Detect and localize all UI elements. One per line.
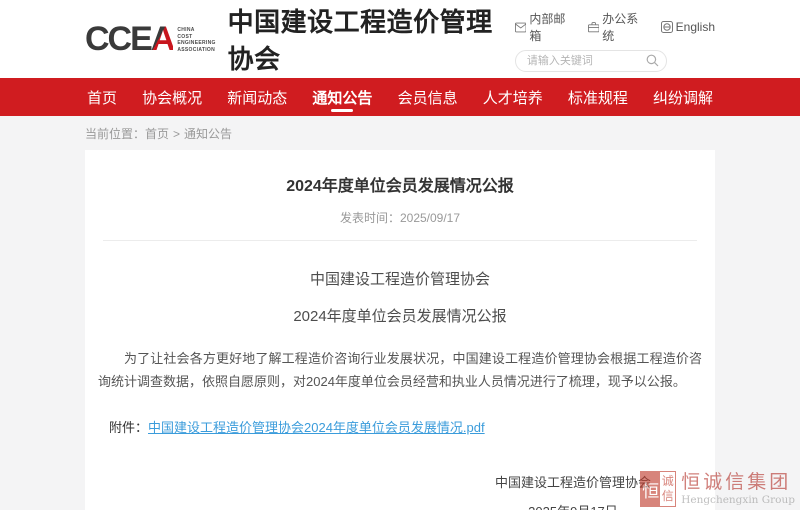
signature: 中国建设工程造价管理协会 2025年9月17日	[85, 472, 715, 510]
office-system-link[interactable]: 办公系统	[588, 10, 645, 44]
signature-org: 中国建设工程造价管理协会	[495, 472, 651, 491]
search-icon[interactable]	[646, 54, 659, 67]
breadcrumb-separator: >	[173, 127, 180, 141]
english-label: English	[676, 20, 715, 34]
nav-item-training[interactable]: 人才培养	[481, 78, 545, 116]
title-divider	[103, 240, 697, 241]
english-link[interactable]: English	[661, 10, 715, 44]
article-title: 2024年度单位会员发展情况公报	[85, 172, 715, 196]
nav-item-about[interactable]: 协会概况	[140, 78, 204, 116]
office-system-label: 办公系统	[602, 10, 644, 44]
attachment-row: 附件：中国建设工程造价管理协会2024年度单位会员发展情况.pdf	[109, 417, 715, 436]
search-input[interactable]	[515, 50, 667, 72]
article-heading-org: 中国建设工程造价管理协会	[85, 268, 715, 289]
article-card: 2024年度单位会员发展情况公报 发表时间：2025/09/17 中国建设工程造…	[85, 150, 715, 510]
site-logo[interactable]: CCEA CHINA COST ENGINEERING ASSOCIATION …	[85, 2, 515, 76]
header-utilities: 内部邮箱 办公系统 English	[515, 6, 715, 72]
watermark-name-cn: 恒诚信集团	[681, 472, 795, 493]
breadcrumb-current-link[interactable]: 通知公告	[184, 127, 232, 141]
breadcrumb: 当前位置：首页 > 通知公告	[85, 125, 715, 142]
article-heading-subject: 2024年度单位会员发展情况公报	[85, 305, 715, 326]
logo-subtext: CHINA COST ENGINEERING ASSOCIATION	[177, 27, 215, 53]
hengchengxin-watermark: 恒 诚信 恒诚信集团 Hengchengxin Group	[640, 471, 795, 507]
hengchengxin-logo-icon: 恒 诚信	[640, 471, 676, 507]
nav-item-home[interactable]: 首页	[85, 78, 119, 116]
nav-item-disputes[interactable]: 纠纷调解	[651, 78, 715, 116]
briefcase-icon	[588, 21, 599, 33]
search-box	[515, 50, 667, 72]
logo-acronym: CCEA	[85, 22, 173, 56]
breadcrumb-home-link[interactable]: 首页	[145, 127, 169, 141]
nav-item-news[interactable]: 新闻动态	[225, 78, 289, 116]
attachment-pdf-link[interactable]: 中国建设工程造价管理协会2024年度单位会员发展情况.pdf	[148, 420, 485, 435]
nav-item-standards[interactable]: 标准规程	[566, 78, 630, 116]
logo-a-red-swoosh: A	[151, 20, 174, 58]
breadcrumb-prefix: 当前位置：	[85, 127, 145, 141]
attachment-label: 附件：	[109, 420, 148, 435]
nav-item-members[interactable]: 会员信息	[396, 78, 460, 116]
main-nav: 首页 协会概况 新闻动态 通知公告 会员信息 人才培养 标准规程 纠纷调解	[0, 78, 800, 116]
publish-date: 发表时间：2025/09/17	[85, 209, 715, 226]
article-paragraph: 为了让社会各方更好地了解工程造价咨询行业发展状况，中国建设工程造价管理协会根据工…	[98, 347, 702, 393]
internal-mail-label: 内部邮箱	[529, 10, 571, 44]
site-title: 中国建设工程造价管理协会	[228, 2, 515, 76]
site-header: CCEA CHINA COST ENGINEERING ASSOCIATION …	[0, 0, 800, 78]
nav-item-notices[interactable]: 通知公告	[310, 78, 374, 116]
internal-mail-link[interactable]: 内部邮箱	[515, 10, 572, 44]
watermark-text: 恒诚信集团 Hengchengxin Group	[681, 472, 795, 506]
breadcrumb-bar: 当前位置：首页 > 通知公告	[0, 116, 800, 150]
globe-icon	[661, 21, 673, 33]
signature-date: 2025年9月17日	[495, 501, 651, 510]
watermark-name-en: Hengchengxin Group	[681, 494, 795, 506]
mail-icon	[515, 22, 526, 33]
